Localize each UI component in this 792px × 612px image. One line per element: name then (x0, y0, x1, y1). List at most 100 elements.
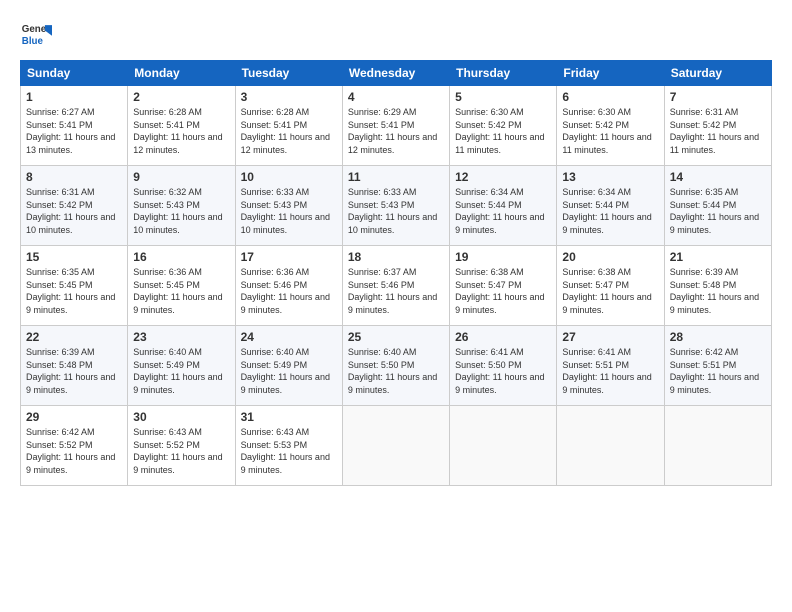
day-number: 6 (562, 90, 658, 104)
day-number: 17 (241, 250, 337, 264)
day-info: Sunrise: 6:28 AMSunset: 5:41 PMDaylight:… (241, 107, 330, 155)
calendar-cell (450, 406, 557, 486)
day-number: 30 (133, 410, 229, 424)
logo-icon: General Blue (20, 18, 52, 50)
day-info: Sunrise: 6:40 AMSunset: 5:50 PMDaylight:… (348, 347, 437, 395)
day-info: Sunrise: 6:40 AMSunset: 5:49 PMDaylight:… (241, 347, 330, 395)
day-number: 16 (133, 250, 229, 264)
calendar-cell: 18 Sunrise: 6:37 AMSunset: 5:46 PMDaylig… (342, 246, 449, 326)
calendar-cell: 2 Sunrise: 6:28 AMSunset: 5:41 PMDayligh… (128, 86, 235, 166)
day-info: Sunrise: 6:34 AMSunset: 5:44 PMDaylight:… (562, 187, 651, 235)
day-number: 10 (241, 170, 337, 184)
calendar-cell: 22 Sunrise: 6:39 AMSunset: 5:48 PMDaylig… (21, 326, 128, 406)
day-info: Sunrise: 6:35 AMSunset: 5:44 PMDaylight:… (670, 187, 759, 235)
day-info: Sunrise: 6:28 AMSunset: 5:41 PMDaylight:… (133, 107, 222, 155)
day-info: Sunrise: 6:33 AMSunset: 5:43 PMDaylight:… (241, 187, 330, 235)
day-info: Sunrise: 6:40 AMSunset: 5:49 PMDaylight:… (133, 347, 222, 395)
day-info: Sunrise: 6:35 AMSunset: 5:45 PMDaylight:… (26, 267, 115, 315)
day-info: Sunrise: 6:31 AMSunset: 5:42 PMDaylight:… (670, 107, 759, 155)
calendar-cell (342, 406, 449, 486)
page-header: General Blue (20, 18, 772, 50)
day-info: Sunrise: 6:38 AMSunset: 5:47 PMDaylight:… (455, 267, 544, 315)
logo: General Blue (20, 18, 52, 50)
calendar-cell: 30 Sunrise: 6:43 AMSunset: 5:52 PMDaylig… (128, 406, 235, 486)
calendar-cell: 8 Sunrise: 6:31 AMSunset: 5:42 PMDayligh… (21, 166, 128, 246)
calendar-cell: 26 Sunrise: 6:41 AMSunset: 5:50 PMDaylig… (450, 326, 557, 406)
calendar-cell: 5 Sunrise: 6:30 AMSunset: 5:42 PMDayligh… (450, 86, 557, 166)
day-number: 31 (241, 410, 337, 424)
calendar-cell: 7 Sunrise: 6:31 AMSunset: 5:42 PMDayligh… (664, 86, 771, 166)
day-number: 19 (455, 250, 551, 264)
day-number: 27 (562, 330, 658, 344)
day-info: Sunrise: 6:36 AMSunset: 5:46 PMDaylight:… (241, 267, 330, 315)
calendar-cell: 21 Sunrise: 6:39 AMSunset: 5:48 PMDaylig… (664, 246, 771, 326)
day-number: 29 (26, 410, 122, 424)
day-number: 9 (133, 170, 229, 184)
calendar-cell: 15 Sunrise: 6:35 AMSunset: 5:45 PMDaylig… (21, 246, 128, 326)
calendar-cell: 20 Sunrise: 6:38 AMSunset: 5:47 PMDaylig… (557, 246, 664, 326)
day-number: 4 (348, 90, 444, 104)
calendar-cell: 13 Sunrise: 6:34 AMSunset: 5:44 PMDaylig… (557, 166, 664, 246)
day-info: Sunrise: 6:30 AMSunset: 5:42 PMDaylight:… (562, 107, 651, 155)
calendar-cell: 3 Sunrise: 6:28 AMSunset: 5:41 PMDayligh… (235, 86, 342, 166)
day-info: Sunrise: 6:37 AMSunset: 5:46 PMDaylight:… (348, 267, 437, 315)
day-info: Sunrise: 6:41 AMSunset: 5:50 PMDaylight:… (455, 347, 544, 395)
calendar-cell: 6 Sunrise: 6:30 AMSunset: 5:42 PMDayligh… (557, 86, 664, 166)
day-number: 14 (670, 170, 766, 184)
weekday-header-monday: Monday (128, 61, 235, 86)
calendar-cell: 9 Sunrise: 6:32 AMSunset: 5:43 PMDayligh… (128, 166, 235, 246)
calendar-cell: 31 Sunrise: 6:43 AMSunset: 5:53 PMDaylig… (235, 406, 342, 486)
day-info: Sunrise: 6:36 AMSunset: 5:45 PMDaylight:… (133, 267, 222, 315)
day-number: 3 (241, 90, 337, 104)
day-number: 2 (133, 90, 229, 104)
calendar-table: SundayMondayTuesdayWednesdayThursdayFrid… (20, 60, 772, 486)
day-number: 18 (348, 250, 444, 264)
calendar-cell: 10 Sunrise: 6:33 AMSunset: 5:43 PMDaylig… (235, 166, 342, 246)
day-number: 5 (455, 90, 551, 104)
calendar-cell: 19 Sunrise: 6:38 AMSunset: 5:47 PMDaylig… (450, 246, 557, 326)
day-number: 13 (562, 170, 658, 184)
day-number: 7 (670, 90, 766, 104)
day-info: Sunrise: 6:30 AMSunset: 5:42 PMDaylight:… (455, 107, 544, 155)
day-info: Sunrise: 6:29 AMSunset: 5:41 PMDaylight:… (348, 107, 437, 155)
day-number: 26 (455, 330, 551, 344)
weekday-header-tuesday: Tuesday (235, 61, 342, 86)
day-info: Sunrise: 6:39 AMSunset: 5:48 PMDaylight:… (670, 267, 759, 315)
day-info: Sunrise: 6:42 AMSunset: 5:52 PMDaylight:… (26, 427, 115, 475)
day-info: Sunrise: 6:32 AMSunset: 5:43 PMDaylight:… (133, 187, 222, 235)
calendar-cell: 28 Sunrise: 6:42 AMSunset: 5:51 PMDaylig… (664, 326, 771, 406)
calendar-cell: 24 Sunrise: 6:40 AMSunset: 5:49 PMDaylig… (235, 326, 342, 406)
calendar-cell: 17 Sunrise: 6:36 AMSunset: 5:46 PMDaylig… (235, 246, 342, 326)
svg-text:Blue: Blue (22, 36, 44, 47)
day-number: 20 (562, 250, 658, 264)
calendar-cell: 25 Sunrise: 6:40 AMSunset: 5:50 PMDaylig… (342, 326, 449, 406)
day-number: 23 (133, 330, 229, 344)
day-info: Sunrise: 6:38 AMSunset: 5:47 PMDaylight:… (562, 267, 651, 315)
day-info: Sunrise: 6:41 AMSunset: 5:51 PMDaylight:… (562, 347, 651, 395)
day-number: 1 (26, 90, 122, 104)
day-info: Sunrise: 6:43 AMSunset: 5:53 PMDaylight:… (241, 427, 330, 475)
day-number: 21 (670, 250, 766, 264)
day-info: Sunrise: 6:27 AMSunset: 5:41 PMDaylight:… (26, 107, 115, 155)
day-info: Sunrise: 6:33 AMSunset: 5:43 PMDaylight:… (348, 187, 437, 235)
calendar-cell: 27 Sunrise: 6:41 AMSunset: 5:51 PMDaylig… (557, 326, 664, 406)
calendar-cell: 12 Sunrise: 6:34 AMSunset: 5:44 PMDaylig… (450, 166, 557, 246)
weekday-header-wednesday: Wednesday (342, 61, 449, 86)
weekday-header-friday: Friday (557, 61, 664, 86)
calendar-cell: 4 Sunrise: 6:29 AMSunset: 5:41 PMDayligh… (342, 86, 449, 166)
calendar-cell (557, 406, 664, 486)
calendar-cell: 11 Sunrise: 6:33 AMSunset: 5:43 PMDaylig… (342, 166, 449, 246)
day-info: Sunrise: 6:43 AMSunset: 5:52 PMDaylight:… (133, 427, 222, 475)
calendar-cell: 29 Sunrise: 6:42 AMSunset: 5:52 PMDaylig… (21, 406, 128, 486)
day-info: Sunrise: 6:42 AMSunset: 5:51 PMDaylight:… (670, 347, 759, 395)
day-number: 28 (670, 330, 766, 344)
calendar-cell: 1 Sunrise: 6:27 AMSunset: 5:41 PMDayligh… (21, 86, 128, 166)
calendar-cell: 14 Sunrise: 6:35 AMSunset: 5:44 PMDaylig… (664, 166, 771, 246)
calendar-cell (664, 406, 771, 486)
day-number: 22 (26, 330, 122, 344)
calendar-cell: 16 Sunrise: 6:36 AMSunset: 5:45 PMDaylig… (128, 246, 235, 326)
day-info: Sunrise: 6:31 AMSunset: 5:42 PMDaylight:… (26, 187, 115, 235)
weekday-header-thursday: Thursday (450, 61, 557, 86)
day-number: 25 (348, 330, 444, 344)
calendar-cell: 23 Sunrise: 6:40 AMSunset: 5:49 PMDaylig… (128, 326, 235, 406)
